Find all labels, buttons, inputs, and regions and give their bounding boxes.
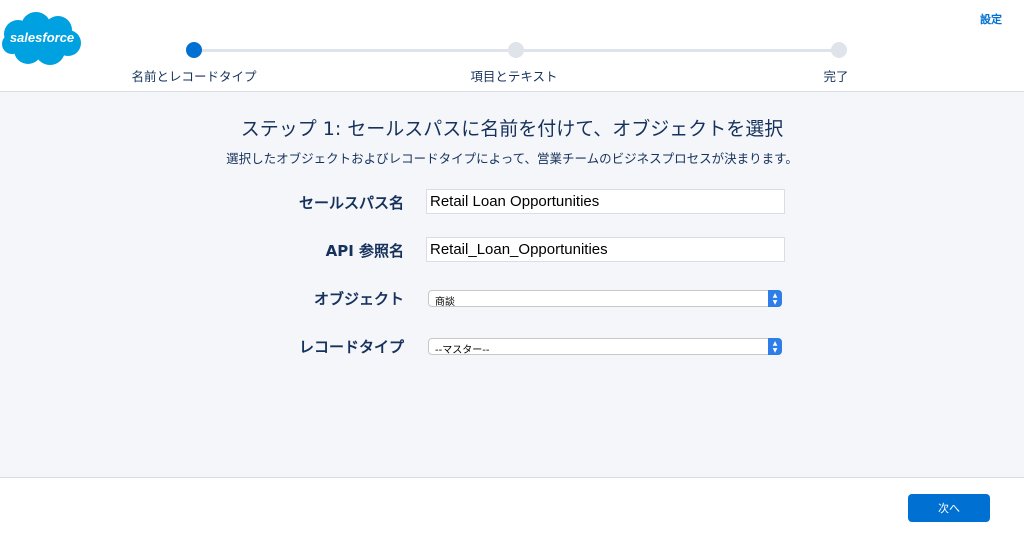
step-2-label: 項目とテキスト: [470, 69, 558, 84]
api-name-label: API 参照名: [325, 242, 404, 260]
step-3-label: 完了: [823, 69, 849, 84]
select-arrows-icon: ▲ ▼: [768, 290, 782, 307]
next-button[interactable]: 次へ: [908, 494, 990, 522]
object-label: オブジェクト: [313, 290, 404, 308]
header: salesforce 設定 名前とレコードタイプ 項目とテキスト 完了: [0, 0, 1024, 92]
path-name-label: セールスパス名: [298, 194, 404, 212]
record-type-label: レコードタイプ: [298, 338, 404, 356]
record-type-select[interactable]: --マスター-- ▲ ▼: [428, 338, 782, 356]
step-1-indicator[interactable]: [186, 42, 202, 58]
path-name-row: セールスパス名: [0, 189, 1024, 215]
settings-link[interactable]: 設定: [980, 11, 1002, 27]
step-2-indicator[interactable]: [508, 42, 524, 58]
path-name-input[interactable]: [426, 189, 785, 214]
step-1-label: 名前とレコードタイプ: [131, 69, 257, 84]
api-name-input[interactable]: [426, 237, 785, 262]
salesforce-logo[interactable]: salesforce: [0, 10, 84, 68]
record-type-row: レコードタイプ --マスター-- ▲ ▼: [0, 335, 1024, 361]
logo-text: salesforce: [10, 30, 74, 45]
object-select[interactable]: 商談 ▲ ▼: [428, 290, 782, 308]
record-type-select-value: --マスター--: [435, 345, 490, 356]
step-title: ステップ 1: セールスパスに名前を付けて、オブジェクトを選択: [240, 118, 784, 140]
wizard-content: ステップ 1: セールスパスに名前を付けて、オブジェクトを選択 選択したオブジェ…: [0, 92, 1024, 478]
object-select-value: 商談: [435, 297, 455, 308]
object-row: オブジェクト 商談 ▲ ▼: [0, 287, 1024, 313]
footer: 次へ: [0, 479, 1024, 538]
select-arrows-icon: ▲ ▼: [768, 338, 782, 355]
step-description: 選択したオブジェクトおよびレコードタイプによって、営業チームのビジネスプロセスが…: [226, 151, 798, 166]
api-name-row: API 参照名: [0, 237, 1024, 263]
step-3-indicator[interactable]: [831, 42, 847, 58]
